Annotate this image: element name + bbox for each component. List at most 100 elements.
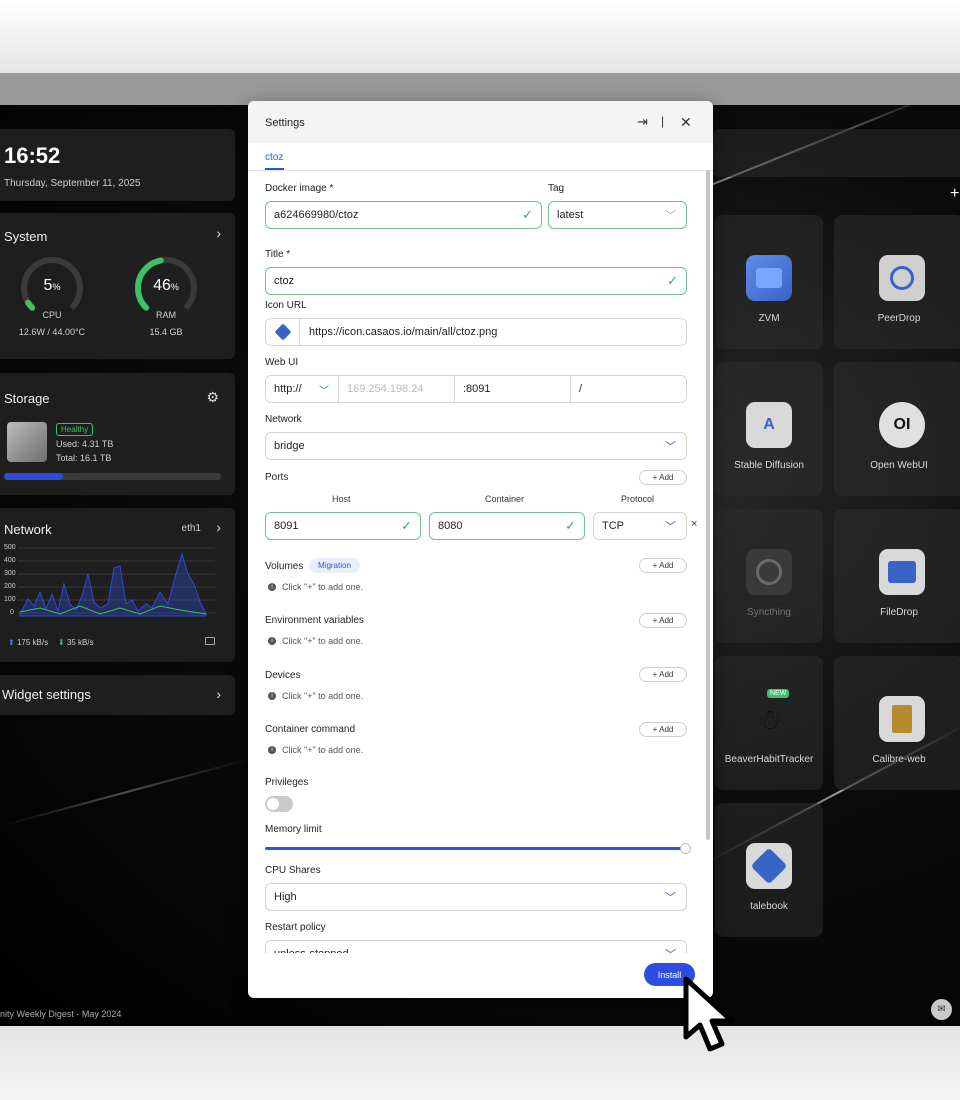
widget-settings-button[interactable]: Widget settings › bbox=[0, 675, 235, 715]
volumes-label: Volumes bbox=[265, 561, 304, 572]
chevron-down-icon: ﹀ bbox=[665, 210, 676, 222]
port-input[interactable]: :8091 bbox=[455, 376, 571, 402]
protocol-select[interactable]: TCP ﹀ bbox=[593, 512, 687, 540]
dialog-scrollbar[interactable] bbox=[706, 170, 710, 840]
app-label: Syncthing bbox=[747, 607, 791, 618]
app-tile-peerdrop[interactable]: PeerDrop bbox=[834, 215, 960, 349]
chevron-down-icon: ﹀ bbox=[665, 946, 676, 953]
chevron-right-icon: › bbox=[216, 686, 221, 702]
settings-dialog: Settings ⇥ | ✕ ctoz Docker image * Tag a… bbox=[248, 101, 713, 998]
chevron-down-icon: ﹀ bbox=[665, 521, 676, 533]
host-column-header: Host bbox=[332, 494, 351, 504]
add-volume-button[interactable]: + Add bbox=[639, 558, 687, 573]
env-hint: i Click "+" to add one. bbox=[268, 636, 363, 646]
docker-image-input[interactable]: a624669980/ctoz ✓ bbox=[265, 201, 542, 229]
network-chart bbox=[18, 547, 215, 617]
restart-policy-select[interactable]: unless-stopped ﹀ bbox=[265, 940, 687, 953]
chevron-down-icon: ﹀ bbox=[319, 385, 329, 397]
info-icon: i bbox=[268, 583, 276, 591]
tab-ctoz[interactable]: ctoz bbox=[265, 152, 283, 163]
add-device-button[interactable]: + Add bbox=[639, 667, 687, 682]
close-icon[interactable]: ✕ bbox=[680, 114, 692, 131]
beaver-icon: ☃ bbox=[756, 703, 782, 735]
info-icon: i bbox=[268, 692, 276, 700]
tag-select[interactable]: latest ﹀ bbox=[548, 201, 687, 229]
zvm-icon bbox=[746, 255, 792, 301]
dialog-title: Settings bbox=[265, 117, 305, 129]
widget-settings-label: Widget settings bbox=[2, 687, 91, 702]
icon-url-input[interactable]: https://icon.casaos.io/main/all/ctoz.png bbox=[265, 318, 687, 346]
app-tile-syncthing[interactable]: Syncthing bbox=[715, 509, 823, 643]
gear-icon[interactable]: ⚙ bbox=[206, 389, 219, 406]
background-streak bbox=[0, 757, 252, 827]
cpu-shares-select[interactable]: High ﹀ bbox=[265, 883, 687, 911]
dialog-header: Settings ⇥ | ✕ bbox=[248, 101, 713, 143]
app-tile-talebook[interactable]: talebook bbox=[715, 803, 823, 937]
info-icon: i bbox=[268, 746, 276, 754]
add-env-button[interactable]: + Add bbox=[639, 613, 687, 628]
memory-label: Memory limit bbox=[265, 824, 322, 835]
app-tile-beaverhabittracker[interactable]: ☃ NEW BeaverHabitTracker bbox=[715, 656, 823, 790]
check-icon: ✓ bbox=[401, 518, 412, 533]
devices-label: Devices bbox=[265, 670, 301, 681]
calibre-icon bbox=[879, 696, 925, 742]
network-interface[interactable]: eth1 bbox=[182, 523, 201, 534]
network-select[interactable]: bridge ﹀ bbox=[265, 432, 687, 460]
volumes-hint: i Click "+" to add one. bbox=[268, 582, 363, 592]
import-icon[interactable]: ⇥ bbox=[637, 114, 648, 130]
tag-label: Tag bbox=[548, 183, 565, 194]
open-webui-icon: OI bbox=[879, 402, 925, 448]
chevron-down-icon: ﹀ bbox=[665, 441, 676, 453]
chart-icon[interactable] bbox=[205, 637, 215, 645]
devices-hint: i Click "+" to add one. bbox=[268, 691, 363, 701]
storage-title: Storage bbox=[4, 391, 50, 406]
remove-port-icon[interactable]: × bbox=[691, 518, 697, 530]
app-icon-preview bbox=[266, 319, 300, 345]
add-port-button[interactable]: + Add bbox=[639, 470, 687, 485]
app-tile-calibre-web[interactable]: Calibre-web bbox=[834, 656, 960, 790]
command-label: Container command bbox=[265, 724, 356, 735]
storage-used: Used: 4.31 TB bbox=[56, 439, 114, 449]
stable-diffusion-icon: A bbox=[746, 402, 792, 448]
status-badge: Healthy bbox=[56, 423, 94, 436]
add-app-icon[interactable]: + bbox=[950, 185, 959, 203]
memory-slider-track[interactable] bbox=[265, 847, 686, 850]
chevron-right-icon[interactable]: › bbox=[216, 519, 221, 535]
app-tile-filedrop[interactable]: FileDrop bbox=[834, 509, 960, 643]
tab-divider bbox=[248, 170, 713, 171]
path-input[interactable]: / bbox=[571, 376, 687, 402]
restart-policy-label: Restart policy bbox=[265, 922, 326, 933]
app-tile-zvm[interactable]: ZVM bbox=[715, 215, 823, 349]
container-port-input[interactable]: 8080 ✓ bbox=[429, 512, 585, 540]
scheme-select[interactable]: http:// ﹀ bbox=[266, 376, 339, 402]
network-widget: Network eth1 › 500 400 300 200 100 0 ⬆ 1… bbox=[0, 508, 235, 662]
command-hint: i Click "+" to add one. bbox=[268, 745, 363, 755]
clock-widget: 16:52 Thursday, September 11, 2025 bbox=[0, 129, 235, 201]
docker-image-label: Docker image * bbox=[265, 183, 334, 194]
app-label: BeaverHabitTracker bbox=[724, 754, 814, 765]
title-input[interactable]: ctoz ✓ bbox=[265, 267, 687, 295]
app-tile-stable-diffusion[interactable]: A Stable Diffusion bbox=[715, 362, 823, 496]
app-label: Stable Diffusion bbox=[734, 460, 804, 471]
peerdrop-icon bbox=[879, 255, 925, 301]
mail-icon[interactable]: ✉ bbox=[931, 999, 952, 1020]
system-title: System bbox=[4, 229, 48, 244]
network-title: Network bbox=[4, 522, 52, 537]
clock-time: 16:52 bbox=[4, 143, 61, 168]
news-ticker[interactable]: nity Weekly Digest - May 2024 bbox=[0, 1009, 121, 1019]
app-label: ZVM bbox=[758, 313, 780, 324]
add-command-button[interactable]: + Add bbox=[639, 722, 687, 737]
system-widget: System › 5% CPU 12.6W / 44.00°C 46% RAM … bbox=[0, 213, 235, 359]
storage-bar bbox=[4, 473, 221, 480]
memory-slider-thumb[interactable] bbox=[680, 843, 691, 854]
app-label: FileDrop bbox=[880, 607, 918, 618]
migration-badge[interactable]: Migration bbox=[309, 558, 360, 573]
storage-total: Total: 16.1 TB bbox=[56, 453, 112, 463]
chevron-right-icon[interactable]: › bbox=[216, 225, 221, 241]
app-label: talebook bbox=[750, 901, 788, 912]
host-input[interactable]: 169.254.198.24 bbox=[339, 376, 455, 402]
privileges-toggle[interactable] bbox=[265, 796, 293, 812]
arrow-down-icon: ⬇ bbox=[58, 638, 65, 647]
app-tile-open-webui[interactable]: OI Open WebUI bbox=[834, 362, 960, 496]
host-port-input[interactable]: 8091 ✓ bbox=[265, 512, 421, 540]
